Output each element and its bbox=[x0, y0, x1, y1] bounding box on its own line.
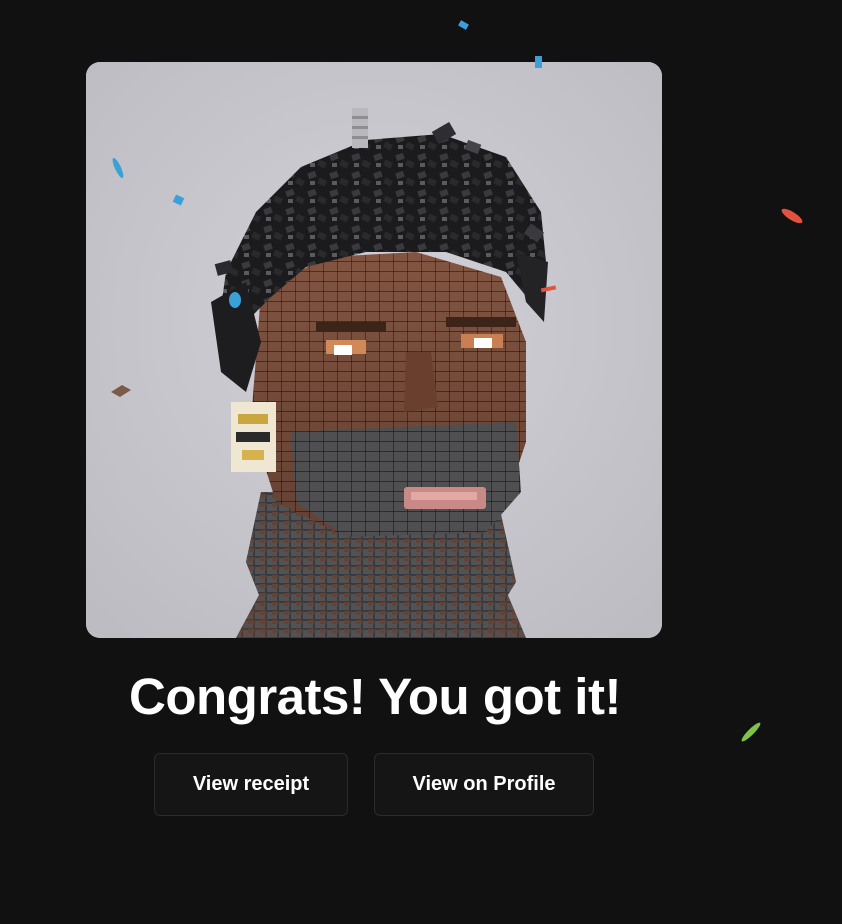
confetti-piece bbox=[112, 157, 124, 179]
confetti-piece bbox=[535, 56, 542, 68]
confetti-piece bbox=[229, 292, 241, 308]
view-receipt-button[interactable]: View receipt bbox=[154, 753, 348, 816]
nft-artwork-image bbox=[86, 62, 662, 638]
view-on-profile-button[interactable]: View on Profile bbox=[374, 753, 594, 816]
confetti-piece bbox=[458, 20, 469, 30]
confetti-piece bbox=[111, 385, 131, 397]
purchase-success-screen: Congrats! You got it! View receipt View … bbox=[0, 0, 842, 924]
confetti-piece bbox=[781, 208, 803, 224]
confetti-piece bbox=[540, 285, 557, 293]
success-headline: Congrats! You got it! bbox=[129, 668, 621, 725]
confetti-piece bbox=[741, 722, 761, 742]
confetti-piece bbox=[172, 194, 185, 206]
voxel-portrait-illustration bbox=[86, 62, 662, 638]
